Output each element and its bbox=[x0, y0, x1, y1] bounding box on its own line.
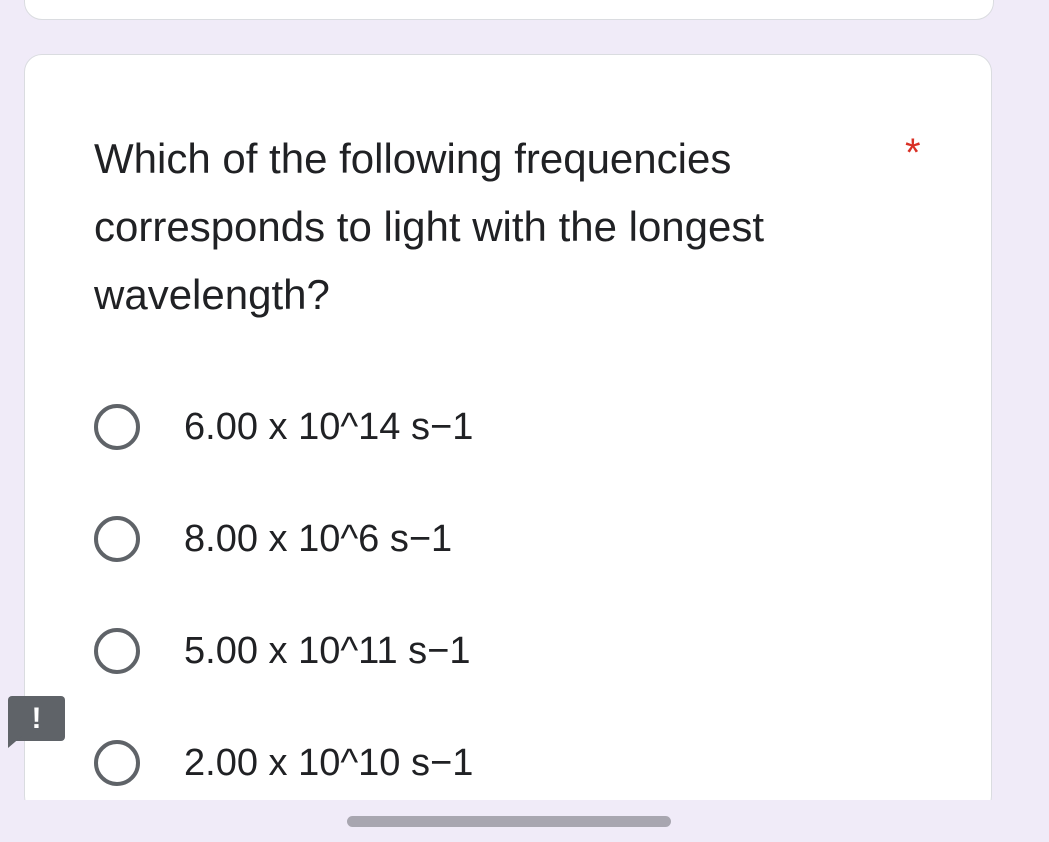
question-title: Which of the following frequencies corre… bbox=[94, 135, 765, 318]
radio-button[interactable] bbox=[94, 516, 140, 562]
question-card: Which of the following frequencies corre… bbox=[24, 54, 992, 814]
radio-button[interactable] bbox=[94, 404, 140, 450]
option-label: 6.00 x 10^14 s−1 bbox=[184, 405, 474, 448]
radio-button[interactable] bbox=[94, 740, 140, 786]
option-2[interactable]: 8.00 x 10^6 s−1 bbox=[94, 509, 452, 569]
form-viewport: Which of the following frequencies corre… bbox=[0, 0, 1049, 842]
speech-bubble-tail bbox=[8, 736, 22, 748]
option-3[interactable]: 5.00 x 10^11 s−1 bbox=[94, 621, 471, 681]
option-4[interactable]: 2.00 x 10^10 s−1 bbox=[94, 733, 473, 793]
report-issue-button[interactable]: ! bbox=[8, 696, 65, 748]
option-label: 8.00 x 10^6 s−1 bbox=[184, 517, 453, 560]
exclamation-icon: ! bbox=[31, 702, 42, 735]
radio-button[interactable] bbox=[94, 628, 140, 674]
previous-question-card bbox=[24, 0, 994, 20]
home-indicator[interactable] bbox=[347, 816, 671, 827]
option-1[interactable]: 6.00 x 10^14 s−1 bbox=[94, 397, 473, 457]
required-indicator: * bbox=[905, 131, 921, 175]
option-label: 5.00 x 10^11 s−1 bbox=[184, 629, 471, 672]
option-label: 2.00 x 10^10 s−1 bbox=[184, 741, 474, 784]
